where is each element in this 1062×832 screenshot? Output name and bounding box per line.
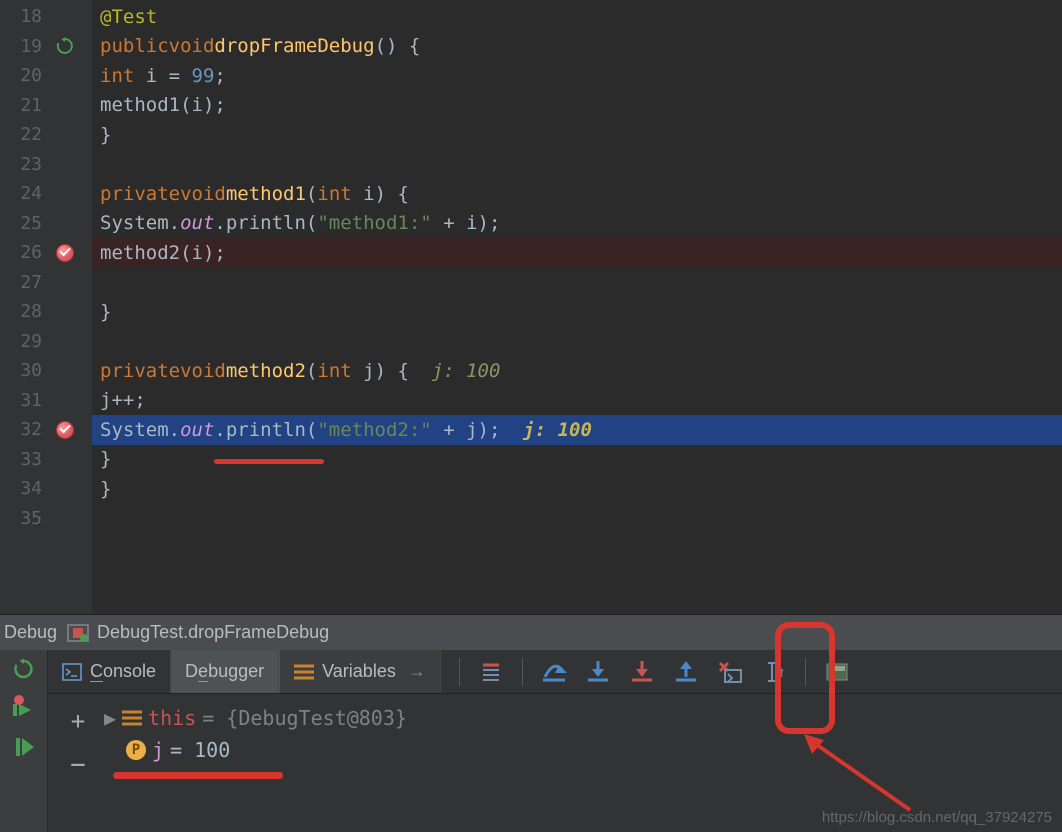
tab-variables[interactable]: Variables →: [279, 650, 441, 693]
run-gutter-icon[interactable]: [54, 35, 76, 57]
line-number: 27: [14, 272, 42, 293]
object-icon: [122, 710, 142, 726]
inlay-hint: j: 100: [523, 419, 592, 441]
line-number: 29: [14, 331, 42, 352]
debug-tabs: CConsoleonsole DebuggerDebugger Variable…: [48, 650, 1062, 694]
red-underline-annotation: [214, 459, 324, 464]
tab-console[interactable]: CConsoleonsole: [48, 650, 171, 693]
line-number: 22: [14, 124, 42, 145]
var-name: j: [152, 738, 164, 762]
evaluate-expression-button[interactable]: [816, 652, 858, 692]
step-out-button[interactable]: [665, 652, 707, 692]
debug-label: Debug: [4, 622, 57, 643]
debug-title-bar: Debug DebugTest.dropFrameDebug: [0, 614, 1062, 650]
debug-frame-icon: [67, 624, 89, 642]
line-number: 26: [14, 242, 42, 263]
add-watch-button[interactable]: +: [65, 708, 91, 734]
editor-gutter: 18 19 20 21 22 23 24 25 26 27 28 29 30 3…: [0, 0, 92, 614]
breakpoint-icon[interactable]: [54, 419, 76, 441]
execution-line: System.out.println("method2:" + j); j: 1…: [92, 415, 1062, 445]
resume-button[interactable]: [11, 692, 37, 718]
var-name: this: [148, 706, 196, 730]
line-number: 19: [14, 36, 42, 57]
console-icon: [62, 663, 82, 681]
line-number: 25: [14, 213, 42, 234]
expand-icon[interactable]: ▶: [104, 706, 116, 730]
line-number: 21: [14, 95, 42, 116]
line-number: 32: [14, 419, 42, 440]
debug-side-toolbar: [0, 650, 48, 832]
code-area[interactable]: @Test public void dropFrameDebug() { int…: [92, 0, 1062, 614]
line-number: 18: [14, 6, 42, 27]
line-number: 35: [14, 508, 42, 529]
annotation: @Test: [100, 6, 157, 28]
debug-panel: CConsoleonsole DebuggerDebugger Variable…: [0, 650, 1062, 832]
watermark: https://blog.csdn.net/qq_37924275: [822, 809, 1052, 826]
inlay-hint: j: 100: [432, 360, 501, 382]
rerun-button[interactable]: [11, 656, 37, 682]
step-into-button[interactable]: [577, 652, 619, 692]
show-execution-point-button[interactable]: [470, 652, 512, 692]
variable-row-this[interactable]: ▶ this = {DebugTest@803}: [104, 702, 1052, 734]
line-number: 31: [14, 390, 42, 411]
line-number: 28: [14, 301, 42, 322]
variable-row-j[interactable]: P j = 100: [104, 734, 1052, 766]
line-number: 34: [14, 478, 42, 499]
force-step-into-button[interactable]: [621, 652, 663, 692]
code-editor: 18 19 20 21 22 23 24 25 26 27 28 29 30 3…: [0, 0, 1062, 614]
line-number: 33: [14, 449, 42, 470]
stop-button[interactable]: [11, 734, 37, 760]
step-over-button[interactable]: [533, 652, 575, 692]
breakpoint-icon[interactable]: [54, 242, 76, 264]
pin-icon: →: [408, 661, 426, 682]
line-number: 30: [14, 360, 42, 381]
debug-frame-name: DebugTest.dropFrameDebug: [97, 622, 329, 643]
var-value: = {DebugTest@803}: [202, 706, 407, 730]
drop-frame-button[interactable]: [709, 652, 751, 692]
variables-icon: [294, 664, 314, 680]
red-underline-annotation: [113, 772, 283, 779]
tab-debugger[interactable]: DebuggerDebugger: [171, 650, 279, 693]
parameter-icon: P: [126, 740, 146, 760]
line-number: 24: [14, 183, 42, 204]
line-number: 23: [14, 154, 42, 175]
var-value: = 100: [170, 738, 230, 762]
line-number: 20: [14, 65, 42, 86]
remove-watch-button[interactable]: −: [65, 752, 91, 778]
step-toolbar: [441, 650, 1062, 693]
run-to-cursor-button[interactable]: [753, 652, 795, 692]
